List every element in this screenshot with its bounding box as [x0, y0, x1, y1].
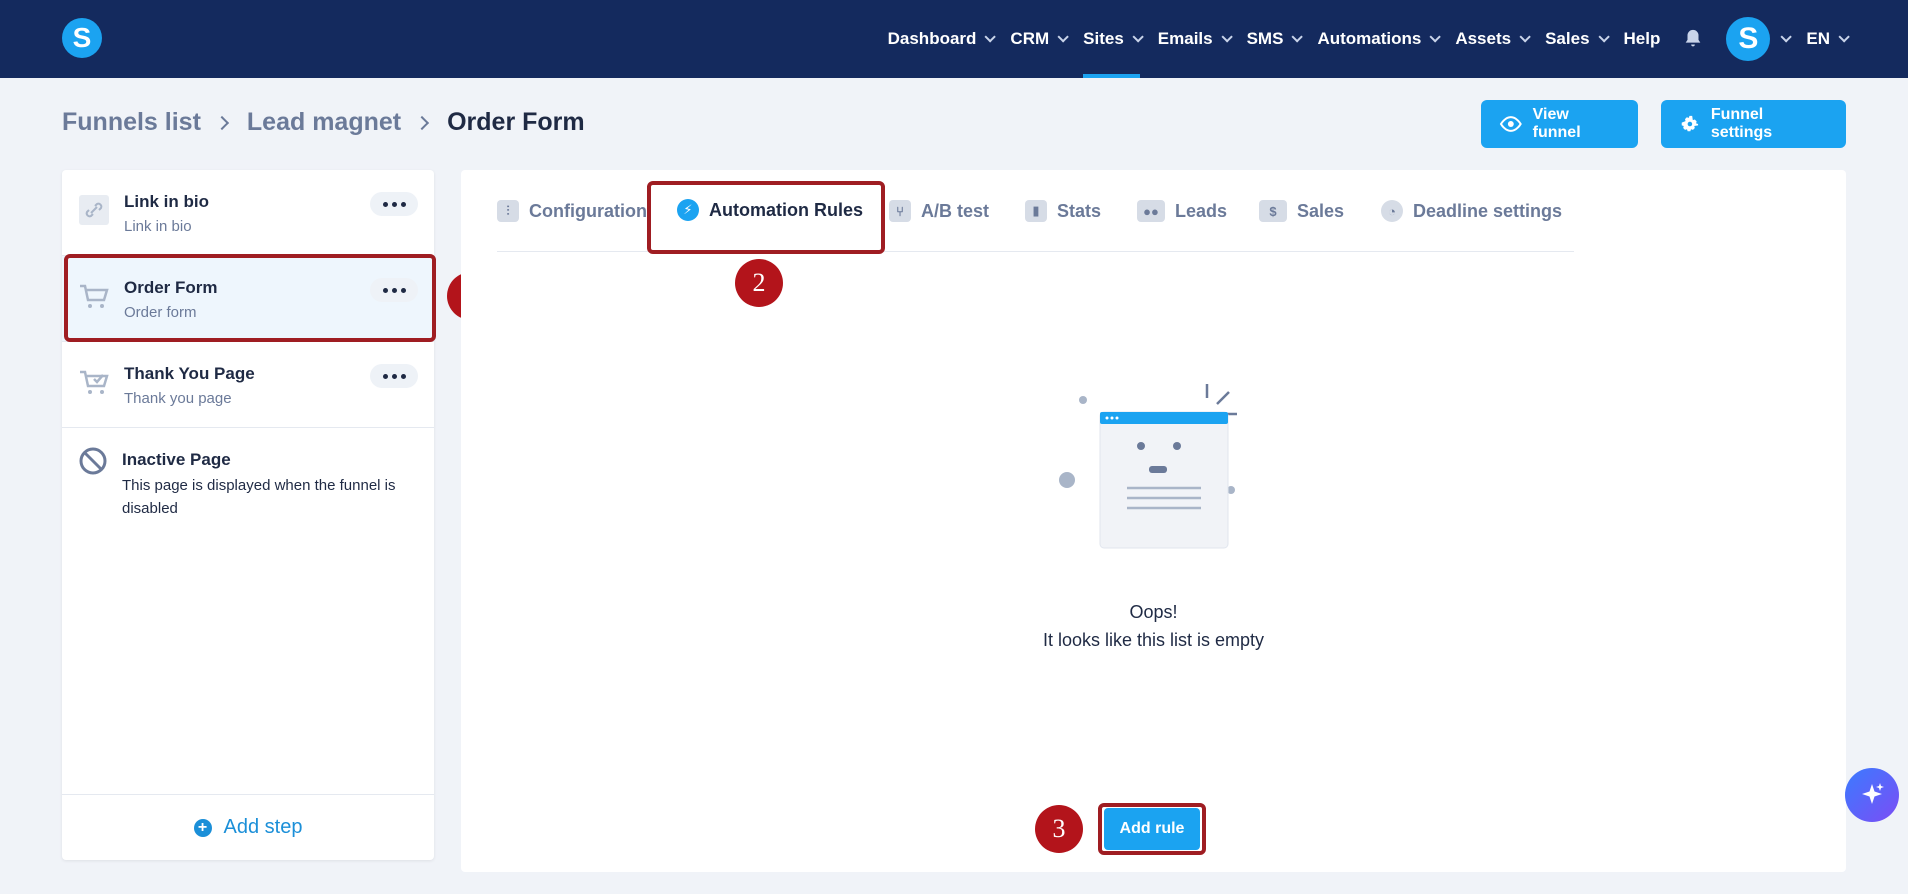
dollar-icon: $: [1259, 200, 1287, 222]
tab-ab-test[interactable]: ⑂ A/B test: [889, 200, 989, 222]
clock-icon: ◔: [1381, 200, 1403, 222]
chevron-down-icon: [1291, 31, 1304, 43]
step-thank-you-page[interactable]: Thank You Page Thank you page: [62, 342, 434, 428]
chevron-down-icon: [1838, 31, 1850, 43]
eye-icon: [1499, 116, 1522, 132]
step-menu-button[interactable]: [370, 192, 418, 216]
gear-icon: [1681, 115, 1699, 132]
view-funnel-label: View funnel: [1532, 106, 1581, 141]
add-step-label: Add step: [223, 816, 303, 838]
chevron-down-icon: [1221, 31, 1233, 43]
nav-label: Dashboard: [887, 29, 977, 48]
chevron-right-icon: [415, 115, 430, 130]
highlight-add-rule: [1098, 803, 1206, 855]
chevron-down-icon: [1597, 31, 1610, 43]
nav-automations[interactable]: Automations: [1317, 0, 1442, 78]
chevron-down-icon: [1057, 31, 1069, 43]
nav-label: Help: [1623, 29, 1661, 48]
tab-label: Leads: [1175, 200, 1228, 221]
split-icon: ⑂: [889, 200, 911, 222]
nav-label: Emails: [1157, 29, 1213, 48]
prohibited-icon: [79, 447, 107, 475]
step-subtitle: Thank you page: [124, 390, 232, 407]
top-navigation: S Dashboard CRM Sites Emails SMS Automat…: [0, 0, 1908, 78]
tab-stats[interactable]: ▮ Stats: [1025, 200, 1101, 222]
highlight-automation-rules-tab: [647, 181, 885, 254]
tab-configuration[interactable]: ⫶ Configuration: [497, 200, 647, 222]
nav-dashboard[interactable]: Dashboard: [887, 0, 997, 78]
empty-list-illustration: [1059, 384, 1237, 549]
tab-label: A/B test: [921, 200, 990, 221]
sparkle-icon: [1862, 783, 1884, 804]
nav-sales[interactable]: Sales: [1545, 0, 1610, 78]
step-title: Thank You Page: [124, 364, 255, 383]
view-funnel-button[interactable]: View funnel: [1481, 100, 1638, 148]
tab-label: Configuration: [529, 200, 647, 221]
cart-check-icon: [80, 370, 109, 394]
inactive-page-title[interactable]: Inactive Page: [122, 450, 231, 470]
funnel-settings-label: Funnel settings: [1710, 106, 1773, 141]
language-selector[interactable]: EN: [1806, 0, 1850, 78]
highlight-order-form: [64, 254, 436, 342]
step-subtitle: Link in bio: [124, 218, 192, 235]
nav-label: SMS: [1246, 29, 1284, 48]
user-avatar[interactable]: S: [1726, 17, 1771, 61]
chevron-down-icon[interactable]: [1780, 31, 1793, 43]
nav-label: Sales: [1545, 29, 1590, 48]
tab-label: Sales: [1297, 200, 1345, 221]
step-menu-button[interactable]: [370, 364, 418, 388]
chevron-down-icon: [984, 31, 997, 43]
funnel-settings-button[interactable]: Funnel settings: [1661, 100, 1846, 148]
breadcrumb-lead-magnet[interactable]: Lead magnet: [247, 108, 401, 137]
nav-menu: Dashboard CRM Sites Emails SMS Automatio…: [870, 0, 1850, 78]
breadcrumb: Funnels list Lead magnet Order Form: [62, 108, 585, 137]
chevron-down-icon: [1519, 31, 1531, 43]
ai-assistant-button[interactable]: [1845, 768, 1899, 822]
nav-sites[interactable]: Sites: [1083, 0, 1144, 78]
chevron-down-icon: [1132, 31, 1144, 43]
bell-icon[interactable]: [1682, 28, 1704, 50]
empty-state-subtitle: It looks like this list is empty: [1042, 630, 1265, 650]
tab-label: Stats: [1057, 200, 1102, 221]
nav-label: CRM: [1010, 29, 1050, 48]
inactive-page-description: This page is displayed when the funnel i…: [122, 477, 396, 517]
empty-state-title: Oops!: [1129, 602, 1178, 622]
step-link-in-bio[interactable]: Link in bio Link in bio: [62, 170, 434, 256]
add-step-button[interactable]: + Add step: [62, 794, 434, 860]
language-label: EN: [1806, 29, 1830, 48]
breadcrumb-current: Order Form: [447, 108, 585, 136]
link-icon: [79, 195, 109, 225]
nav-emails[interactable]: Emails: [1157, 0, 1233, 78]
nav-sms[interactable]: SMS: [1246, 0, 1304, 78]
main-panel: ⫶ Configuration ⚡ Automation Rules ⑂ A/B te…: [461, 170, 1846, 872]
users-icon: ●●: [1137, 200, 1165, 222]
nav-help[interactable]: Help: [1624, 0, 1661, 78]
chevron-right-icon: [214, 115, 229, 130]
chevron-down-icon: [1429, 31, 1442, 43]
breadcrumb-funnels-list[interactable]: Funnels list: [62, 108, 201, 137]
step-title: Link in bio: [124, 192, 209, 211]
tab-leads[interactable]: ●● Leads: [1137, 200, 1227, 222]
nav-label: Sites: [1083, 29, 1124, 48]
tab-sales[interactable]: $ Sales: [1259, 200, 1344, 222]
tab-label: Deadline settings: [1413, 200, 1563, 221]
app-logo[interactable]: S: [62, 18, 102, 58]
plus-icon: +: [193, 818, 212, 837]
step-marker-2: 2: [735, 259, 783, 307]
nav-label: Automations: [1317, 29, 1422, 48]
nav-crm[interactable]: CRM: [1010, 0, 1069, 78]
nav-label: Assets: [1455, 29, 1512, 48]
tab-deadline-settings[interactable]: ◔ Deadline settings: [1381, 200, 1562, 222]
bar-chart-icon: ▮: [1025, 200, 1047, 222]
nav-assets[interactable]: Assets: [1455, 0, 1531, 78]
step-marker-3: 3: [1035, 805, 1083, 853]
sliders-icon: ⫶: [497, 200, 519, 222]
